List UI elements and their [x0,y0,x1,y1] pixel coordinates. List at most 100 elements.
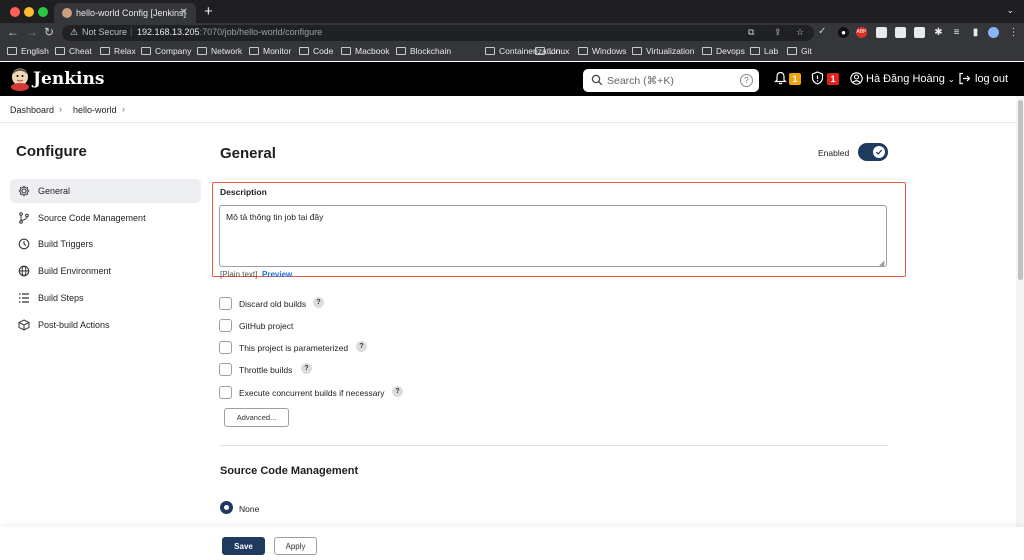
shield-icon[interactable] [811,71,824,85]
help-icon[interactable]: ? [392,386,403,397]
form-footer: Save Apply [0,527,1024,560]
throttle-builds-checkbox[interactable] [219,363,232,376]
advanced-button[interactable]: Advanced... [224,408,289,427]
discard-old-builds-checkbox[interactable] [219,297,232,310]
bookmark-folder[interactable]: Lab [750,46,778,56]
check-extension-icon[interactable]: ✓ [818,26,826,37]
concurrent-builds-checkbox[interactable] [219,386,232,399]
help-icon[interactable]: ? [301,363,312,374]
logout-link[interactable]: log out [975,73,1008,85]
bookmark-folder[interactable]: Monitor [249,46,291,56]
back-icon[interactable]: ← [7,25,19,39]
sidebar-item-label: Build Triggers [38,239,94,249]
preview-link[interactable]: Preview [262,270,292,279]
maximize-window-button[interactable] [38,7,48,17]
user-avatar-icon[interactable] [850,72,863,85]
security-badge[interactable]: 1 [827,73,839,85]
scm-none-radio[interactable] [220,501,233,514]
parameterized-checkbox[interactable] [219,341,232,354]
sidebar-item-build-environment[interactable]: Build Environment [10,259,201,283]
help-icon[interactable]: ? [313,297,324,308]
breadcrumb-dashboard[interactable]: Dashboard [10,105,54,115]
apply-button[interactable]: Apply [274,537,317,555]
enabled-toggle[interactable] [858,143,888,161]
search-help-icon[interactable]: ? [740,74,753,87]
search-input[interactable] [607,73,727,88]
check-icon [875,149,883,155]
folder-icon [249,47,259,55]
search-box[interactable]: ? [583,69,759,92]
forward-icon[interactable]: → [26,25,38,39]
logout-icon[interactable] [958,72,971,85]
sidebar-item-source-code-management[interactable]: Source Code Management [10,206,201,230]
profile-avatar[interactable] [988,27,999,38]
close-tab-icon[interactable]: ✕ [180,7,188,18]
sidebar-item-build-steps[interactable]: Build Steps [10,286,201,310]
notification-badge[interactable]: 1 [789,73,801,85]
translate-icon[interactable]: ⧉ [748,27,754,38]
address-bar[interactable]: ⚠ Not Secure | 192.168.13.205:7070/job/h… [62,25,814,41]
plain-text-label: [Plain text] [220,270,258,279]
bookmark-folder[interactable]: Devops [702,46,745,56]
bookmark-folder[interactable]: Code [299,46,333,56]
bookmark-folder[interactable]: Virtualization [632,46,695,56]
bookmark-folder[interactable]: Cheat [55,46,92,56]
extension-icon[interactable] [895,27,906,38]
puzzle-icon[interactable]: ✱ [933,27,944,38]
bookmark-folder[interactable]: Git [787,46,812,56]
help-icon[interactable]: ? [356,341,367,352]
description-textarea[interactable]: Mô tả thông tin job tại đây [219,205,887,267]
breadcrumb-job[interactable]: hello-world [73,105,117,115]
save-button[interactable]: Save [222,537,265,555]
bookmark-folder[interactable]: Macbook [341,46,390,56]
breadcrumb: Dashboard › hello-world › [0,96,1024,123]
bookmark-folder[interactable]: English [7,46,49,56]
breadcrumb-chevron-icon[interactable]: › [122,104,125,114]
sidepanel-icon[interactable]: ▮ [970,27,981,38]
address-separator: | [130,26,133,36]
user-menu[interactable]: Hà Đăng Hoàng ⌄ [866,73,955,85]
adblock-icon[interactable]: ABP [856,27,867,38]
sidebar-item-build-triggers[interactable]: Build Triggers [10,232,201,256]
sidebar-item-post-build-actions[interactable]: Post-build Actions [10,313,201,337]
reload-icon[interactable]: ↻ [44,25,54,39]
extension-icon[interactable] [876,27,887,38]
breadcrumb-chevron-icon[interactable]: › [59,104,62,114]
resize-handle-icon[interactable]: ◢ [879,259,884,267]
jenkins-header: Jenkins ? 1 1 Hà Đăng Hoàng ⌄ log out [0,62,1024,96]
folder-icon [578,47,588,55]
share-icon[interactable]: ⇪ [774,27,782,38]
folder-icon [750,47,760,55]
scrollbar-thumb[interactable] [1018,100,1023,280]
bookmark-folder[interactable]: Relax [100,46,136,56]
url-text: 192.168.13.205:7070/job/hello-world/conf… [137,27,323,37]
jenkins-logo-icon[interactable] [10,67,30,91]
browser-tab-bar: hello-world Config [Jenkins] ✕ + ⌄ [0,0,1024,23]
brand-name[interactable]: Jenkins [33,69,104,89]
option-label: Discard old builds [239,299,307,309]
tab-search-chevron-icon[interactable]: ⌄ [1006,5,1014,16]
minimize-window-button[interactable] [24,7,34,17]
close-window-button[interactable] [10,7,20,17]
browser-tab[interactable]: hello-world Config [Jenkins] ✕ [54,3,196,23]
sidebar-item-general[interactable]: General [10,179,201,203]
user-name: Hà Đăng Hoàng [866,73,945,85]
github-project-checkbox[interactable] [219,319,232,332]
bookmark-folder[interactable]: Blockchain [396,46,451,56]
bookmark-folder[interactable]: Network [197,46,242,56]
bookmark-folder[interactable]: Company [141,46,191,56]
new-tab-button[interactable]: + [204,3,213,20]
reading-list-icon[interactable]: ≡ [951,27,962,38]
kebab-menu-icon[interactable]: ⋮ [1008,27,1019,38]
bookmark-folder[interactable]: Windows [578,46,626,56]
bookmarks-bar: English Cheat Relax Company Network Moni… [0,43,1024,61]
extension-icon[interactable] [914,27,925,38]
extension-icon[interactable]: ● [838,27,849,38]
bookmark-folder[interactable]: Linux [535,46,569,56]
bell-icon[interactable] [774,71,787,85]
browser-toolbar: ← → ↻ ⚠ Not Secure | 192.168.13.205:7070… [0,23,1024,43]
folder-icon [197,47,207,55]
jenkins-favicon-icon [62,8,72,18]
bookmark-star-icon[interactable]: ☆ [796,27,804,38]
security-label: Not Secure [82,27,128,37]
